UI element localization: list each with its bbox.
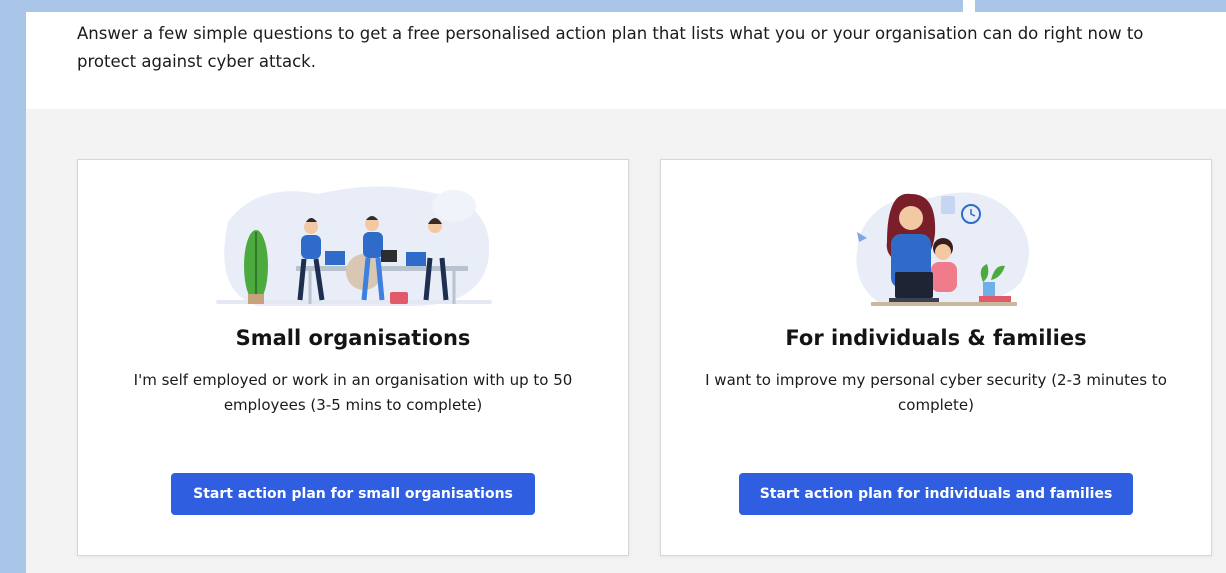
parent-child-laptop-illustration bbox=[856, 192, 1029, 306]
top-border-strip bbox=[0, 0, 1226, 12]
card-description: I want to improve my personal cyber secu… bbox=[705, 371, 1167, 414]
team-at-desk-illustration bbox=[216, 186, 492, 307]
card-description: I'm self employed or work in an organisa… bbox=[133, 371, 573, 414]
card-individuals-families: For individuals & families I want to imp… bbox=[660, 159, 1212, 556]
intro-section: Answer a few simple questions to get a f… bbox=[26, 12, 1226, 109]
card-small-organisations: Small organisations I'm self employed or… bbox=[77, 159, 629, 556]
card-title: For individuals & families bbox=[785, 326, 1087, 350]
start-small-organisations-button[interactable]: Start action plan for small organisation… bbox=[171, 473, 535, 515]
content-panel: Answer a few simple questions to get a f… bbox=[26, 12, 1226, 573]
start-individuals-families-button[interactable]: Start action plan for individuals and fa… bbox=[739, 473, 1133, 515]
card-title: Small organisations bbox=[235, 326, 471, 350]
top-notch bbox=[963, 0, 975, 12]
intro-text: Answer a few simple questions to get a f… bbox=[77, 24, 1144, 71]
